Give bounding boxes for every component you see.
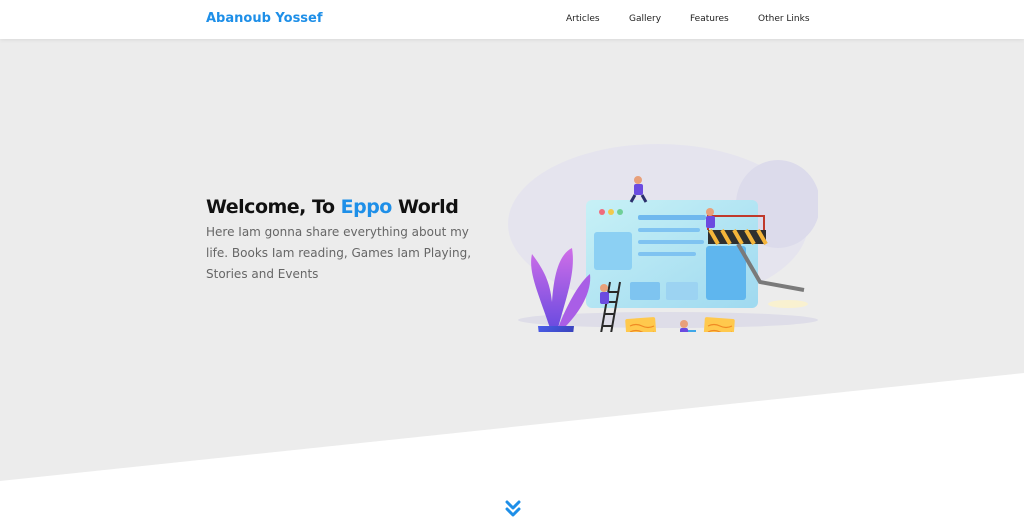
nav-link-articles[interactable]: Articles (566, 14, 600, 24)
header: Abanoub Yossef Articles Gallery Features… (0, 0, 1024, 39)
landing-section: Welcome, To Eppo World Here Iam gonna sh… (0, 39, 1024, 517)
hero-illustration (508, 144, 818, 332)
hero-title: Welcome, To Eppo World (206, 196, 459, 218)
hero-description: Here Iam gonna share everything about my… (206, 225, 472, 281)
nav-link-gallery[interactable]: Gallery (629, 14, 661, 24)
nav-link-features[interactable]: Features (690, 14, 729, 24)
hero-title-suffix: World (391, 196, 459, 218)
hero-title-prefix: Welcome, To (206, 196, 341, 218)
hero-title-accent: Eppo (340, 196, 393, 218)
logo[interactable]: Abanoub Yossef (206, 11, 323, 26)
nav-link-other-links[interactable]: Other Links (758, 14, 810, 24)
